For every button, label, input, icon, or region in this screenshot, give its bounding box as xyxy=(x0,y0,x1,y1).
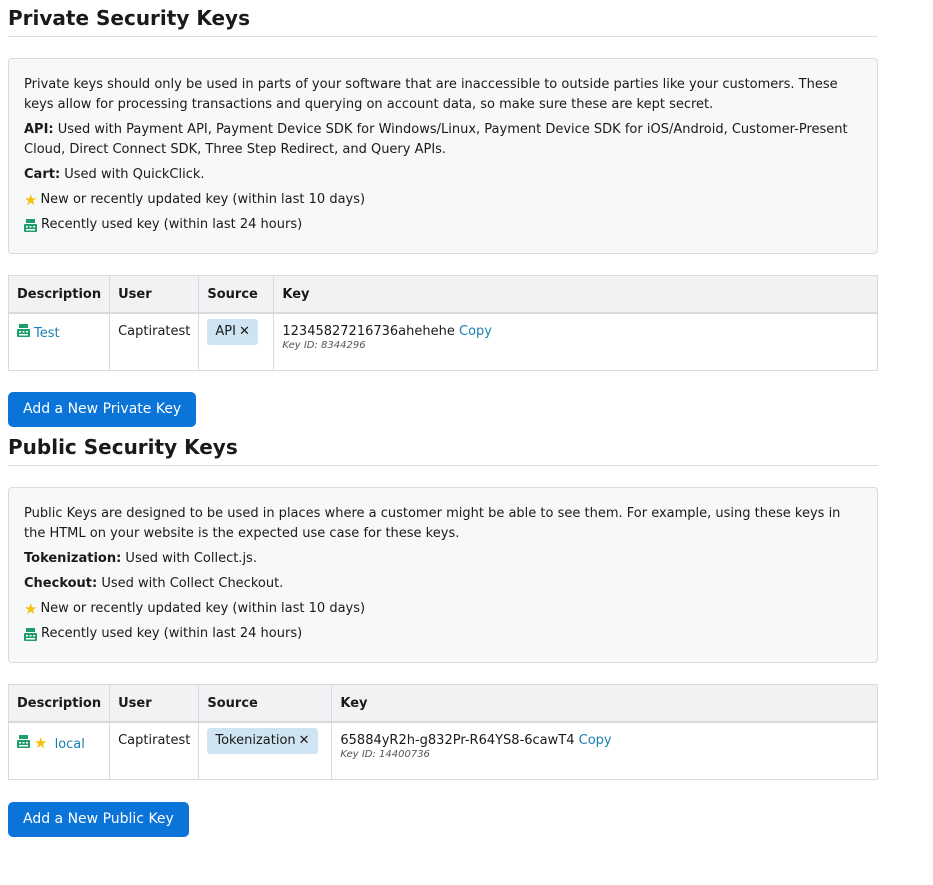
security-keys-page: Private Security Keys Private keys shoul… xyxy=(8,0,878,837)
register-icon xyxy=(17,324,30,337)
close-icon[interactable]: ✕ xyxy=(299,733,310,748)
legend-new-key-text: New or recently updated key (within last… xyxy=(40,601,366,616)
source-badge-label: API xyxy=(215,324,236,339)
table-header-row: Description User Source Key xyxy=(8,275,878,314)
key-description-link[interactable]: Test xyxy=(34,326,60,341)
cart-usage-label: Cart: xyxy=(24,167,61,182)
register-icon xyxy=(17,735,30,748)
tokenization-usage-text: Used with Collect.js. xyxy=(121,551,257,566)
private-keys-heading: Private Security Keys xyxy=(8,0,878,37)
private-keys-table: Description User Source Key Test Captira… xyxy=(8,275,878,371)
source-cell: Tokenization ✕ xyxy=(198,722,333,780)
key-value: 12345827216736ahehehe xyxy=(282,324,455,339)
table-row: ★ local Captiratest Tokenization ✕ 65884y… xyxy=(8,722,878,780)
star-icon: ★ xyxy=(24,191,38,209)
key-id: Key ID: 8344296 xyxy=(282,340,366,351)
source-badge-label: Tokenization xyxy=(215,733,296,748)
tokenization-usage-label: Tokenization: xyxy=(24,551,122,566)
star-icon: ★ xyxy=(24,600,38,618)
legend-recently-used-text: Recently used key (within last 24 hours) xyxy=(41,217,303,232)
legend-recently-used: Recently used key (within last 24 hours) xyxy=(24,215,862,235)
table-row: Test Captiratest API ✕ 12345827216736aheh… xyxy=(8,313,878,371)
key-id: Key ID: 14400736 xyxy=(340,749,430,760)
column-header-source: Source xyxy=(198,275,275,314)
legend-new-key: ★ New or recently updated key (within la… xyxy=(24,190,862,210)
public-keys-intro: Public Keys are designed to be used in p… xyxy=(24,506,841,541)
public-keys-heading: Public Security Keys xyxy=(8,429,878,466)
description-cell: ★ local xyxy=(8,722,111,780)
api-usage-label: API: xyxy=(24,122,54,137)
register-icon xyxy=(24,627,37,641)
public-keys-table: Description User Source Key ★ local Capt… xyxy=(8,684,878,780)
private-keys-intro: Private keys should only be used in part… xyxy=(24,77,838,112)
public-keys-info-box: Public Keys are designed to be used in p… xyxy=(8,487,878,663)
checkout-usage-label: Checkout: xyxy=(24,576,98,591)
copy-key-link[interactable]: Copy xyxy=(579,733,612,748)
close-icon[interactable]: ✕ xyxy=(239,324,250,339)
add-public-key-button[interactable]: Add a New Public Key xyxy=(8,802,189,837)
column-header-key: Key xyxy=(273,275,878,314)
copy-key-link[interactable]: Copy xyxy=(459,324,492,339)
tokenization-usage-note: Tokenization: Used with Collect.js. xyxy=(24,549,862,569)
api-usage-note: API: Used with Payment API, Payment Devi… xyxy=(24,120,862,160)
cart-usage-note: Cart: Used with QuickClick. xyxy=(24,165,862,185)
column-header-user: User xyxy=(109,684,200,723)
star-icon: ★ xyxy=(34,734,48,752)
key-cell: 65884yR2h-g832Pr-R64YS8-6cawT4 Copy Key … xyxy=(332,722,878,780)
checkout-usage-text: Used with Collect Checkout. xyxy=(97,576,284,591)
key-description-link[interactable]: local xyxy=(55,737,85,752)
column-header-description: Description xyxy=(8,684,111,723)
key-cell: 12345827216736ahehehe Copy Key ID: 83442… xyxy=(274,313,878,371)
legend-recently-used: Recently used key (within last 24 hours) xyxy=(24,624,862,644)
legend-new-key: ★ New or recently updated key (within la… xyxy=(24,599,862,619)
table-header-row: Description User Source Key xyxy=(8,684,878,723)
key-value: 65884yR2h-g832Pr-R64YS8-6cawT4 xyxy=(340,733,575,748)
column-header-key: Key xyxy=(331,684,878,723)
source-badge: API ✕ xyxy=(207,319,258,345)
column-header-user: User xyxy=(109,275,200,314)
private-keys-info-box: Private keys should only be used in part… xyxy=(8,58,878,254)
legend-recently-used-text: Recently used key (within last 24 hours) xyxy=(41,626,303,641)
legend-new-key-text: New or recently updated key (within last… xyxy=(40,192,366,207)
add-private-key-button[interactable]: Add a New Private Key xyxy=(8,392,197,427)
description-cell: Test xyxy=(8,313,111,371)
user-cell: Captiratest xyxy=(109,722,200,780)
source-badge: Tokenization ✕ xyxy=(207,728,318,754)
user-cell: Captiratest xyxy=(109,313,200,371)
column-header-source: Source xyxy=(198,684,333,723)
cart-usage-text: Used with QuickClick. xyxy=(60,167,205,182)
api-usage-text: Used with Payment API, Payment Device SD… xyxy=(24,122,848,157)
checkout-usage-note: Checkout: Used with Collect Checkout. xyxy=(24,574,862,594)
source-cell: API ✕ xyxy=(198,313,275,371)
register-icon xyxy=(24,218,37,232)
column-header-description: Description xyxy=(8,275,111,314)
